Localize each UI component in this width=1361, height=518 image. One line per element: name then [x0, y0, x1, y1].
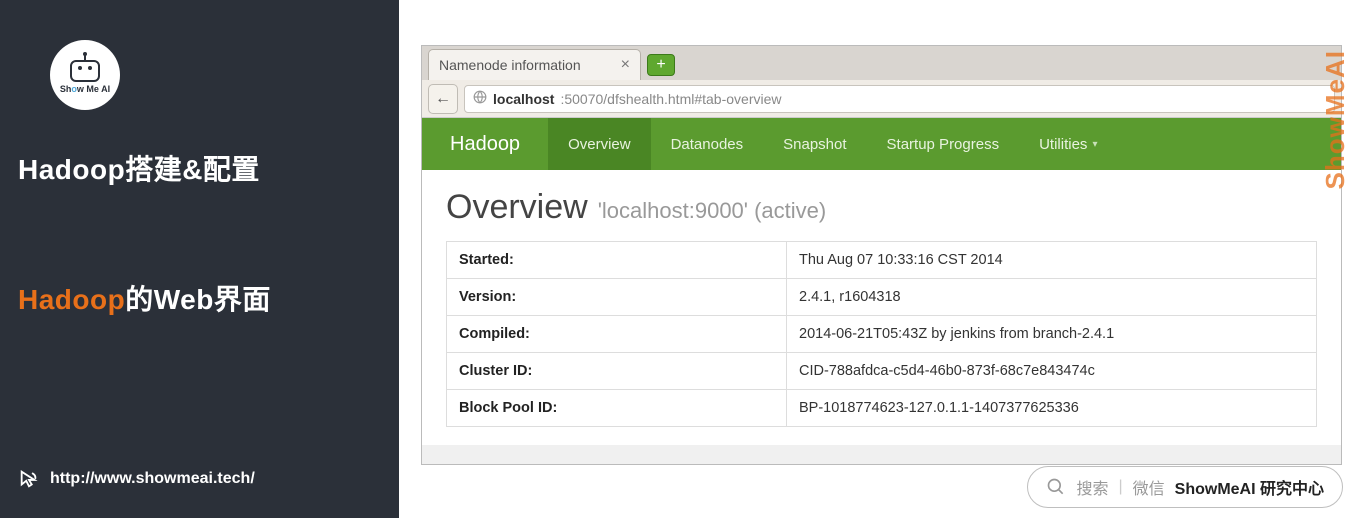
- nav-overview[interactable]: Overview: [548, 118, 651, 170]
- tab-bar: Namenode information × +: [422, 46, 1341, 80]
- cell-label: Block Pool ID:: [447, 390, 787, 427]
- url-host: localhost: [493, 91, 554, 107]
- content-area: Overview 'localhost:9000' (active) Start…: [422, 170, 1341, 445]
- cell-label: Compiled:: [447, 316, 787, 353]
- logo-text: Show Me AI: [60, 84, 110, 94]
- footer-url[interactable]: http://www.showmeai.tech/: [50, 470, 255, 488]
- logo: Show Me AI: [50, 40, 399, 110]
- url-path: :50070/dfshealth.html#tab-overview: [560, 91, 781, 107]
- nav-datanodes[interactable]: Datanodes: [651, 118, 764, 170]
- close-icon[interactable]: ×: [621, 56, 630, 74]
- table-row: Block Pool ID:BP-1018774623-127.0.1.1-14…: [447, 390, 1317, 427]
- badge-text-2: 微信: [1133, 475, 1165, 499]
- cell-label: Started:: [447, 242, 787, 279]
- tab-title: Namenode information: [439, 57, 581, 73]
- info-table: Started:Thu Aug 07 10:33:16 CST 2014 Ver…: [446, 241, 1317, 427]
- cell-value: BP-1018774623-127.0.1.1-1407377625336: [787, 390, 1317, 427]
- heading-text: Overview: [446, 188, 588, 227]
- globe-icon: [473, 90, 487, 107]
- cell-value: CID-788afdca-c5d4-46b0-873f-68c7e843474c: [787, 353, 1317, 390]
- nav-startup-progress[interactable]: Startup Progress: [867, 118, 1020, 170]
- cell-label: Version:: [447, 279, 787, 316]
- hadoop-navbar: Hadoop Overview Datanodes Snapshot Start…: [422, 118, 1341, 170]
- cell-label: Cluster ID:: [447, 353, 787, 390]
- table-row: Started:Thu Aug 07 10:33:16 CST 2014: [447, 242, 1317, 279]
- arrow-left-icon: ←: [435, 90, 451, 108]
- nav-utilities[interactable]: Utilities ▾: [1019, 118, 1117, 170]
- logo-circle: Show Me AI: [50, 40, 120, 110]
- back-button[interactable]: ←: [428, 84, 458, 114]
- cell-value: Thu Aug 07 10:33:16 CST 2014: [787, 242, 1317, 279]
- url-bar: ← localhost :50070/dfshealth.html#tab-ove…: [422, 80, 1341, 118]
- page-heading: Overview 'localhost:9000' (active): [446, 188, 1317, 227]
- sidebar: Show Me AI Hadoop搭建&配置 Hadoop的Web界面 http…: [0, 0, 399, 518]
- nav-snapshot[interactable]: Snapshot: [763, 118, 866, 170]
- cursor-icon: [18, 468, 40, 490]
- table-row: Compiled:2014-06-21T05:43Z by jenkins fr…: [447, 316, 1317, 353]
- sidebar-title-main: Hadoop搭建&配置: [18, 148, 399, 188]
- robot-icon: [70, 60, 100, 82]
- search-badge[interactable]: 搜索 | 微信 ShowMeAI 研究中心: [1027, 466, 1343, 508]
- heading-sub: 'localhost:9000' (active): [598, 198, 827, 224]
- badge-text-1: 搜索: [1076, 475, 1108, 499]
- badge-text-bold: ShowMeAI 研究中心: [1175, 475, 1324, 499]
- sidebar-footer: http://www.showmeai.tech/: [18, 468, 255, 490]
- plus-icon: +: [656, 56, 665, 74]
- browser-window: Namenode information × + ← localhost :500…: [421, 45, 1342, 465]
- cell-value: 2.4.1, r1604318: [787, 279, 1317, 316]
- chevron-down-icon: ▾: [1092, 139, 1097, 150]
- new-tab-button[interactable]: +: [647, 54, 675, 76]
- watermark: ShowMeAI: [1320, 50, 1351, 189]
- cell-value: 2014-06-21T05:43Z by jenkins from branch…: [787, 316, 1317, 353]
- url-input[interactable]: localhost :50070/dfshealth.html#tab-overv…: [464, 85, 1335, 113]
- search-icon: [1046, 477, 1066, 497]
- separator: |: [1118, 478, 1122, 496]
- table-row: Version:2.4.1, r1604318: [447, 279, 1317, 316]
- browser-tab[interactable]: Namenode information ×: [428, 49, 641, 80]
- sidebar-title-sub: Hadoop的Web界面: [18, 278, 399, 318]
- table-row: Cluster ID:CID-788afdca-c5d4-46b0-873f-6…: [447, 353, 1317, 390]
- nav-brand[interactable]: Hadoop: [422, 118, 548, 170]
